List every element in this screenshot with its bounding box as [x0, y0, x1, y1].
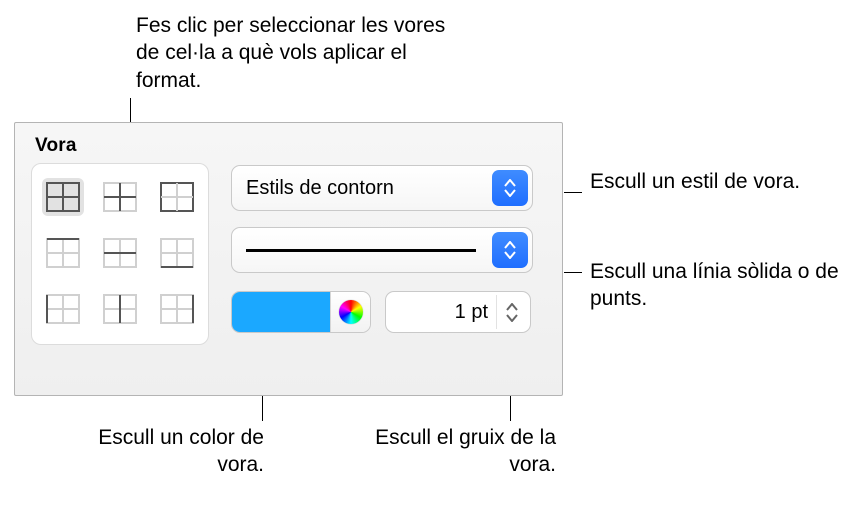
leader-line [564, 272, 582, 273]
thickness-value: 1 pt [455, 301, 488, 324]
border-selection-grid [31, 163, 209, 345]
leader-style [564, 192, 582, 193]
line-preview [246, 249, 476, 252]
border-inner[interactable] [99, 178, 141, 216]
chevron-updown-icon [492, 232, 528, 268]
callout-top: Fes clic per seleccionar les vores de ce… [136, 12, 466, 94]
chevron-updown-icon [492, 170, 528, 206]
border-left[interactable] [42, 290, 84, 328]
color-picker-button[interactable] [330, 292, 370, 332]
chevron-down-icon[interactable] [506, 314, 518, 322]
line-style-select[interactable] [231, 227, 533, 273]
border-vertical-inner[interactable] [99, 290, 141, 328]
panel-title: Vora [35, 135, 546, 157]
color-swatch [232, 292, 330, 332]
callout-style: Escull un estil de vora. [590, 168, 840, 195]
border-all[interactable] [42, 178, 84, 216]
border-top[interactable] [42, 234, 84, 272]
border-bottom[interactable] [156, 234, 198, 272]
chevron-up-icon[interactable] [506, 303, 518, 311]
callout-line: Escull una línia sòlida o de punts. [590, 258, 840, 313]
border-style-select[interactable]: Estils de contorn [231, 165, 533, 211]
thickness-stepper[interactable]: 1 pt [385, 291, 531, 333]
border-panel: Vora [14, 122, 563, 396]
callout-thickness: Escull el gruix de la vora. [356, 424, 556, 479]
border-outer[interactable] [156, 178, 198, 216]
border-style-label: Estils de contorn [246, 177, 394, 200]
callout-color: Escull un color de vora. [64, 424, 264, 479]
border-color-well[interactable] [231, 291, 371, 333]
border-horizontal-inner[interactable] [99, 234, 141, 272]
border-right[interactable] [156, 290, 198, 328]
color-wheel-icon [339, 300, 363, 324]
controls-column: Estils de contorn [231, 163, 546, 333]
